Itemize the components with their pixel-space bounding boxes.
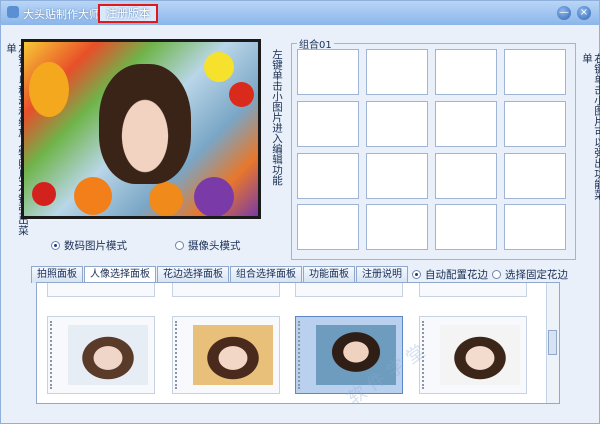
thumbnail-cell[interactable] bbox=[297, 204, 359, 250]
middle-hint-text: 左键单击小图片进入编辑功能 bbox=[271, 49, 283, 186]
window-title: 大头贴制作大师 bbox=[23, 8, 100, 21]
tab-frame-panel[interactable]: 花边选择面板 bbox=[157, 266, 229, 283]
right-hint-text: 右键单击小图片可以弹出功能菜单 bbox=[581, 53, 600, 200]
auto-frame-label: 自动配置花边 bbox=[425, 269, 488, 281]
portrait-photo[interactable] bbox=[99, 64, 191, 184]
fixed-frame-label: 选择固定花边 bbox=[505, 269, 568, 281]
digital-mode-label: 数码图片模式 bbox=[64, 240, 127, 252]
spiral-binding bbox=[298, 321, 306, 389]
thumbnail-cell[interactable] bbox=[504, 204, 566, 250]
thumbnail-cell[interactable] bbox=[297, 101, 359, 147]
thumbnail-cell[interactable] bbox=[435, 101, 497, 147]
fixed-frame-radio[interactable] bbox=[492, 270, 501, 279]
tab-function-panel[interactable]: 功能面板 bbox=[303, 266, 355, 283]
album-thumbnail[interactable] bbox=[172, 316, 280, 394]
scrollbar-thumb[interactable] bbox=[548, 330, 557, 355]
vertical-scrollbar[interactable] bbox=[546, 283, 559, 403]
portrait-thumbnail bbox=[193, 325, 273, 385]
fruit-decoration bbox=[32, 182, 56, 206]
thumbnail-cell[interactable] bbox=[504, 49, 566, 95]
thumbnail-cell[interactable] bbox=[504, 101, 566, 147]
thumbnail-cell[interactable] bbox=[504, 153, 566, 199]
tab-photo-panel[interactable]: 拍照面板 bbox=[31, 266, 83, 283]
tab-register-info[interactable]: 注册说明 bbox=[356, 266, 408, 283]
thumbnail-cell[interactable] bbox=[297, 49, 359, 95]
tab-combination-panel[interactable]: 组合选择面板 bbox=[230, 266, 302, 283]
minimize-button[interactable]: — bbox=[557, 6, 571, 20]
photo-preview[interactable] bbox=[21, 39, 261, 219]
thumbnail-cell[interactable] bbox=[366, 49, 428, 95]
camera-mode-option[interactable]: 摄像头模式 bbox=[175, 238, 241, 253]
digital-mode-radio[interactable] bbox=[51, 241, 60, 250]
album-thumbnail[interactable] bbox=[47, 316, 155, 394]
camera-mode-label: 摄像头模式 bbox=[188, 240, 241, 252]
app-window: 大头贴制作大师 注册版本 — × 左键可以移动和缩放人物照片,右键弹出菜单 左键… bbox=[0, 0, 600, 424]
register-version-tab[interactable]: 注册版本 bbox=[98, 4, 158, 23]
spiral-binding bbox=[175, 321, 183, 389]
auto-frame-radio[interactable] bbox=[412, 270, 421, 279]
fruit-decoration bbox=[29, 62, 69, 117]
fruit-decoration bbox=[74, 177, 112, 215]
album-thumbnail[interactable] bbox=[172, 283, 280, 297]
tab-portrait-panel[interactable]: 人像选择面板 bbox=[84, 266, 156, 283]
album-thumbnail[interactable] bbox=[419, 316, 527, 394]
camera-mode-radio[interactable] bbox=[175, 241, 184, 250]
auto-frame-option[interactable]: 自动配置花边 bbox=[412, 267, 488, 282]
title-bar[interactable]: 大头贴制作大师 注册版本 — × bbox=[1, 1, 599, 25]
portrait-panel bbox=[36, 282, 560, 404]
fruit-decoration bbox=[204, 52, 234, 82]
thumbnail-cell[interactable] bbox=[435, 49, 497, 95]
fixed-frame-option[interactable]: 选择固定花边 bbox=[492, 267, 568, 282]
album-thumbnail[interactable] bbox=[419, 283, 527, 297]
album-thumbnail[interactable] bbox=[295, 283, 403, 297]
thumbnail-cell[interactable] bbox=[366, 153, 428, 199]
thumbnail-cell[interactable] bbox=[366, 204, 428, 250]
album-thumbnail[interactable] bbox=[47, 283, 155, 297]
thumbnail-cell[interactable] bbox=[435, 204, 497, 250]
thumbnail-cell[interactable] bbox=[435, 153, 497, 199]
portrait-thumbnail bbox=[68, 325, 148, 385]
panel-tabs: 拍照面板 人像选择面板 花边选择面板 组合选择面板 功能面板 注册说明 bbox=[31, 266, 409, 283]
thumbnail-cell[interactable] bbox=[366, 101, 428, 147]
app-icon bbox=[7, 6, 19, 18]
close-button[interactable]: × bbox=[577, 6, 591, 20]
portrait-thumbnail bbox=[440, 325, 520, 385]
thumbnail-cell[interactable] bbox=[297, 153, 359, 199]
spiral-binding bbox=[50, 321, 58, 389]
fruit-decoration bbox=[149, 182, 183, 216]
digital-mode-option[interactable]: 数码图片模式 bbox=[51, 238, 127, 253]
fruit-decoration bbox=[194, 177, 234, 216]
fruit-decoration bbox=[229, 82, 254, 107]
